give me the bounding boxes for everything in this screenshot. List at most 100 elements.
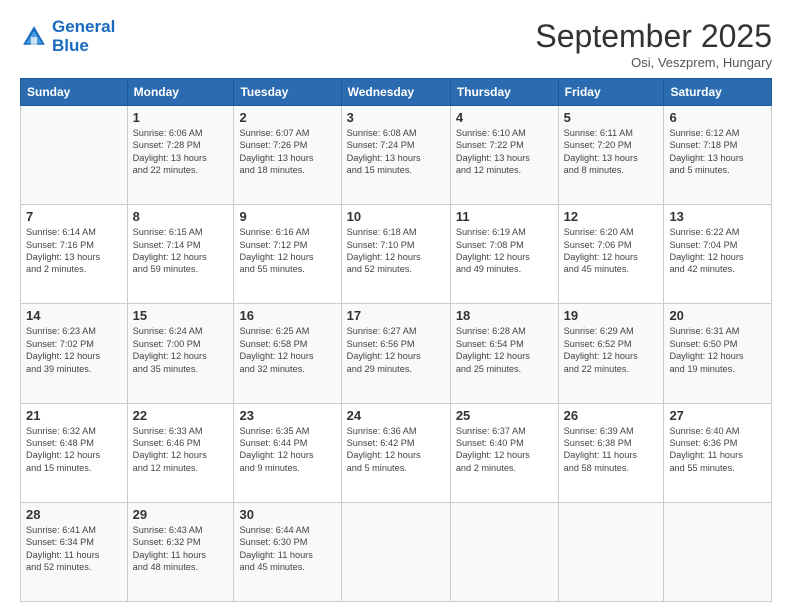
day-number: 12	[564, 209, 659, 224]
day-number: 26	[564, 408, 659, 423]
day-cell: 3Sunrise: 6:08 AM Sunset: 7:24 PM Daylig…	[341, 106, 450, 205]
day-cell: 7 Sunrise: 6:14 AM Sunset: 7:16 PM Daylig…	[21, 205, 128, 304]
day-cell: 19 Sunrise: 6:29 AM Sunset: 6:52 PM Dayli…	[558, 304, 664, 403]
weekday-header-monday: Monday	[127, 79, 234, 106]
day-cell: 4 Sunrise: 6:10 AM Sunset: 7:22 PM Daylig…	[450, 106, 558, 205]
day-info: Sunrise: 6:11 AM Sunset: 7:20 PM Dayligh…	[564, 127, 659, 177]
day-cell: 11 Sunrise: 6:19 AM Sunset: 7:08 PM Dayli…	[450, 205, 558, 304]
week-row-2: 7 Sunrise: 6:14 AM Sunset: 7:16 PM Daylig…	[21, 205, 772, 304]
weekday-header-wednesday: Wednesday	[341, 79, 450, 106]
day-number: 4	[456, 110, 553, 125]
day-info: Sunrise: 6:25 AM Sunset: 6:58 PM Dayligh…	[239, 325, 335, 375]
day-cell	[21, 106, 128, 205]
day-number: 27	[669, 408, 766, 423]
day-cell: 10Sunrise: 6:18 AM Sunset: 7:10 PM Dayli…	[341, 205, 450, 304]
day-cell: 1 Sunrise: 6:06 AM Sunset: 7:28 PM Daylig…	[127, 106, 234, 205]
page: General Blue September 2025 Osi, Veszpre…	[0, 0, 792, 612]
day-number: 18	[456, 308, 553, 323]
day-number: 8	[133, 209, 229, 224]
location-subtitle: Osi, Veszprem, Hungary	[535, 55, 772, 70]
day-info: Sunrise: 6:28 AM Sunset: 6:54 PM Dayligh…	[456, 325, 553, 375]
day-number: 19	[564, 308, 659, 323]
logo: General Blue	[20, 18, 115, 55]
day-info: Sunrise: 6:41 AM Sunset: 6:34 PM Dayligh…	[26, 524, 122, 574]
week-row-1: 1 Sunrise: 6:06 AM Sunset: 7:28 PM Daylig…	[21, 106, 772, 205]
day-cell: 6 Sunrise: 6:12 AM Sunset: 7:18 PM Daylig…	[664, 106, 772, 205]
day-info: Sunrise: 6:14 AM Sunset: 7:16 PM Dayligh…	[26, 226, 122, 276]
weekday-header-tuesday: Tuesday	[234, 79, 341, 106]
day-info: Sunrise: 6:31 AM Sunset: 6:50 PM Dayligh…	[669, 325, 766, 375]
weekday-header-friday: Friday	[558, 79, 664, 106]
day-number: 7	[26, 209, 122, 224]
day-number: 11	[456, 209, 553, 224]
day-cell: 24Sunrise: 6:36 AM Sunset: 6:42 PM Dayli…	[341, 403, 450, 502]
day-info: Sunrise: 6:16 AM Sunset: 7:12 PM Dayligh…	[239, 226, 335, 276]
day-number: 14	[26, 308, 122, 323]
week-row-4: 21 Sunrise: 6:32 AM Sunset: 6:48 PM Dayli…	[21, 403, 772, 502]
weekday-header-thursday: Thursday	[450, 79, 558, 106]
day-number: 9	[239, 209, 335, 224]
day-number: 1	[133, 110, 229, 125]
day-info: Sunrise: 6:20 AM Sunset: 7:06 PM Dayligh…	[564, 226, 659, 276]
day-info: Sunrise: 6:44 AM Sunset: 6:30 PM Dayligh…	[239, 524, 335, 574]
day-cell: 22Sunrise: 6:33 AM Sunset: 6:46 PM Dayli…	[127, 403, 234, 502]
day-number: 5	[564, 110, 659, 125]
day-cell	[558, 502, 664, 601]
day-cell: 18 Sunrise: 6:28 AM Sunset: 6:54 PM Dayli…	[450, 304, 558, 403]
day-number: 10	[347, 209, 445, 224]
day-number: 28	[26, 507, 122, 522]
day-cell: 17 Sunrise: 6:27 AM Sunset: 6:56 PM Dayli…	[341, 304, 450, 403]
day-info: Sunrise: 6:27 AM Sunset: 6:56 PM Dayligh…	[347, 325, 445, 375]
day-info: Sunrise: 6:15 AM Sunset: 7:14 PM Dayligh…	[133, 226, 229, 276]
day-number: 23	[239, 408, 335, 423]
day-cell: 8 Sunrise: 6:15 AM Sunset: 7:14 PM Daylig…	[127, 205, 234, 304]
day-number: 15	[133, 308, 229, 323]
day-info: Sunrise: 6:10 AM Sunset: 7:22 PM Dayligh…	[456, 127, 553, 177]
weekday-header-sunday: Sunday	[21, 79, 128, 106]
day-cell: 29 Sunrise: 6:43 AM Sunset: 6:32 PM Dayli…	[127, 502, 234, 601]
day-cell	[664, 502, 772, 601]
day-cell: 14Sunrise: 6:23 AM Sunset: 7:02 PM Dayli…	[21, 304, 128, 403]
day-number: 2	[239, 110, 335, 125]
day-number: 3	[347, 110, 445, 125]
day-cell: 20 Sunrise: 6:31 AM Sunset: 6:50 PM Dayli…	[664, 304, 772, 403]
day-info: Sunrise: 6:19 AM Sunset: 7:08 PM Dayligh…	[456, 226, 553, 276]
day-info: Sunrise: 6:29 AM Sunset: 6:52 PM Dayligh…	[564, 325, 659, 375]
day-cell: 9 Sunrise: 6:16 AM Sunset: 7:12 PM Daylig…	[234, 205, 341, 304]
day-info: Sunrise: 6:39 AM Sunset: 6:38 PM Dayligh…	[564, 425, 659, 475]
day-info: Sunrise: 6:35 AM Sunset: 6:44 PM Dayligh…	[239, 425, 335, 475]
day-number: 24	[347, 408, 445, 423]
day-cell: 5 Sunrise: 6:11 AM Sunset: 7:20 PM Daylig…	[558, 106, 664, 205]
day-cell: 25 Sunrise: 6:37 AM Sunset: 6:40 PM Dayli…	[450, 403, 558, 502]
day-cell: 26 Sunrise: 6:39 AM Sunset: 6:38 PM Dayli…	[558, 403, 664, 502]
logo-icon	[20, 23, 48, 51]
day-cell	[450, 502, 558, 601]
day-number: 20	[669, 308, 766, 323]
day-info: Sunrise: 6:06 AM Sunset: 7:28 PM Dayligh…	[133, 127, 229, 177]
day-number: 25	[456, 408, 553, 423]
day-cell: 2Sunrise: 6:07 AM Sunset: 7:26 PM Daylig…	[234, 106, 341, 205]
logo-general: General	[52, 17, 115, 36]
day-cell: 30 Sunrise: 6:44 AM Sunset: 6:30 PM Dayli…	[234, 502, 341, 601]
logo-text: General Blue	[52, 18, 115, 55]
day-number: 21	[26, 408, 122, 423]
day-number: 6	[669, 110, 766, 125]
day-cell: 13Sunrise: 6:22 AM Sunset: 7:04 PM Dayli…	[664, 205, 772, 304]
day-cell: 16 Sunrise: 6:25 AM Sunset: 6:58 PM Dayli…	[234, 304, 341, 403]
header: General Blue September 2025 Osi, Veszpre…	[20, 18, 772, 70]
day-number: 30	[239, 507, 335, 522]
day-info: Sunrise: 6:32 AM Sunset: 6:48 PM Dayligh…	[26, 425, 122, 475]
title-block: September 2025 Osi, Veszprem, Hungary	[535, 18, 772, 70]
day-info: Sunrise: 6:22 AM Sunset: 7:04 PM Dayligh…	[669, 226, 766, 276]
month-title: September 2025	[535, 18, 772, 55]
day-number: 17	[347, 308, 445, 323]
day-info: Sunrise: 6:12 AM Sunset: 7:18 PM Dayligh…	[669, 127, 766, 177]
day-info: Sunrise: 6:24 AM Sunset: 7:00 PM Dayligh…	[133, 325, 229, 375]
day-number: 16	[239, 308, 335, 323]
day-cell: 15 Sunrise: 6:24 AM Sunset: 7:00 PM Dayli…	[127, 304, 234, 403]
day-number: 29	[133, 507, 229, 522]
day-info: Sunrise: 6:40 AM Sunset: 6:36 PM Dayligh…	[669, 425, 766, 475]
day-cell: 23 Sunrise: 6:35 AM Sunset: 6:44 PM Dayli…	[234, 403, 341, 502]
day-info: Sunrise: 6:43 AM Sunset: 6:32 PM Dayligh…	[133, 524, 229, 574]
day-info: Sunrise: 6:37 AM Sunset: 6:40 PM Dayligh…	[456, 425, 553, 475]
